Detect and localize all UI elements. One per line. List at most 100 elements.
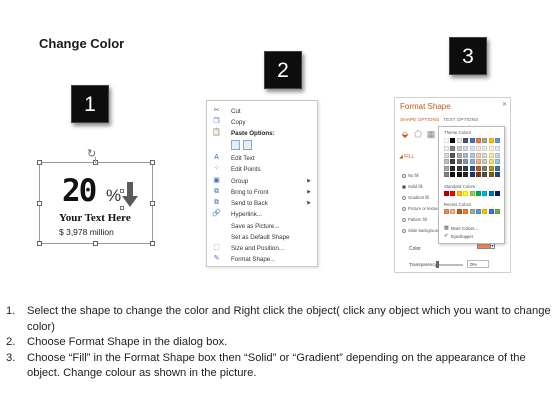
theme-shade-swatch[interactable] [482,152,488,158]
recent-color-swatch[interactable] [469,209,475,214]
theme-shade-swatch[interactable] [463,165,469,171]
fill-line-icon[interactable]: ⬙ [400,128,410,140]
theme-shade-swatch[interactable] [488,146,494,151]
recent-color-swatch[interactable] [495,209,501,214]
theme-shade-swatch[interactable] [456,172,462,177]
standard-color-swatch[interactable] [495,191,501,196]
theme-shade-swatch[interactable] [469,159,475,164]
theme-shade-swatch[interactable] [444,172,449,177]
theme-shade-swatch[interactable] [456,165,462,171]
standard-color-swatch[interactable] [488,191,494,196]
radio-gradient-fill[interactable] [402,196,406,200]
menu-item-edit-points[interactable]: ⁘ Edit Points [207,164,317,175]
theme-color-swatch[interactable] [476,138,481,143]
recent-color-swatch[interactable] [450,209,456,214]
theme-shade-swatch[interactable] [469,172,475,177]
theme-shade-swatch[interactable] [463,159,469,164]
standard-color-swatch[interactable] [469,191,475,196]
theme-shade-swatch[interactable] [482,159,488,164]
tab-text-options[interactable]: TEXT OPTIONS [443,118,478,123]
standard-color-swatch[interactable] [444,191,449,196]
theme-shade-swatch[interactable] [488,165,494,171]
transparency-slider-knob[interactable] [436,261,439,268]
theme-color-swatch[interactable] [469,138,475,143]
menu-item-save-as-picture[interactable]: Save as Picture... [207,221,317,232]
theme-shade-swatch[interactable] [456,152,462,158]
theme-shade-swatch[interactable] [469,152,475,158]
theme-shade-swatch[interactable] [488,159,494,164]
theme-shade-swatch[interactable] [463,152,469,158]
theme-shade-swatch[interactable] [495,146,501,151]
theme-shade-swatch[interactable] [488,152,494,158]
menu-item-hyperlink[interactable]: 🔗 Hyperlink... [207,209,317,220]
transparency-input[interactable]: 0% [467,260,489,268]
theme-shade-swatch[interactable] [450,165,456,171]
recent-color-swatch[interactable] [476,209,481,214]
transparency-slider-track[interactable] [437,264,463,266]
theme-shade-swatch[interactable] [495,159,501,164]
resize-handle-left[interactable] [37,201,42,206]
theme-color-swatch[interactable] [482,138,488,143]
theme-color-swatch[interactable] [450,138,456,143]
fill-section-header[interactable]: ◢ FILL [399,154,414,160]
size-properties-icon[interactable]: ▦ [426,128,436,140]
theme-shade-swatch[interactable] [444,152,449,158]
recent-color-swatch[interactable] [463,209,469,214]
paste-option-picture-icon[interactable] [243,140,252,150]
menu-item-cut[interactable]: ✂ Cut [207,106,317,117]
menu-item-send-to-back[interactable]: ⧉ Send to Back ▶ [207,198,317,209]
recent-color-swatch[interactable] [444,209,449,214]
resize-handle-bottom-left[interactable] [37,241,42,246]
theme-shade-swatch[interactable] [450,172,456,177]
theme-shade-swatch[interactable] [476,159,481,164]
theme-shade-swatch[interactable] [476,172,481,177]
menu-item-set-default-shape[interactable]: Set as Default Shape [207,232,317,243]
theme-shade-swatch[interactable] [476,152,481,158]
menu-item-bring-to-front[interactable]: ⧉ Bring to Front ▶ [207,187,317,198]
theme-shade-swatch[interactable] [450,152,456,158]
theme-shade-swatch[interactable] [444,159,449,164]
radio-pattern-fill[interactable] [402,218,406,222]
resize-handle-top-right[interactable] [150,160,155,165]
recent-color-swatch[interactable] [488,209,494,214]
theme-shade-swatch[interactable] [463,172,469,177]
theme-shade-swatch[interactable] [482,172,488,177]
theme-shade-swatch[interactable] [476,165,481,171]
theme-color-swatch[interactable] [444,138,449,143]
resize-handle-right[interactable] [150,201,155,206]
theme-shade-swatch[interactable] [444,146,449,151]
theme-shade-swatch[interactable] [482,146,488,151]
resize-handle-bottom-right[interactable] [150,241,155,246]
paste-option-keep-source-icon[interactable] [231,140,240,150]
theme-shade-swatch[interactable] [495,152,501,158]
theme-shade-swatch[interactable] [488,172,494,177]
theme-shade-swatch[interactable] [495,165,501,171]
theme-color-swatch[interactable] [463,138,469,143]
theme-shade-swatch[interactable] [476,146,481,151]
recent-color-swatch[interactable] [456,209,462,214]
theme-shade-swatch[interactable] [456,159,462,164]
more-colors-option[interactable]: More Colors... [451,226,478,231]
resize-handle-top-left[interactable] [37,160,42,165]
radio-no-fill[interactable] [402,174,406,178]
theme-shade-swatch[interactable] [456,146,462,151]
menu-item-size-position[interactable]: ⬚ Size and Position... [207,243,317,254]
standard-color-swatch[interactable] [476,191,481,196]
effects-icon[interactable]: ⬠ [413,128,423,140]
theme-shade-swatch[interactable] [482,165,488,171]
menu-item-edit-text[interactable]: A Edit Text [207,153,317,164]
radio-picture-fill[interactable] [402,207,406,211]
theme-shade-swatch[interactable] [469,146,475,151]
menu-item-copy[interactable]: ❐ Copy [207,117,317,128]
down-arrow-shape[interactable] [122,182,138,208]
standard-color-swatch[interactable] [456,191,462,196]
theme-color-swatch[interactable] [488,138,494,143]
theme-shade-swatch[interactable] [450,159,456,164]
theme-shade-swatch[interactable] [463,146,469,151]
arrow-handle-top[interactable] [120,189,124,193]
menu-item-format-shape[interactable]: ✎ Format Shape... [207,254,317,265]
radio-solid-fill[interactable] [402,185,406,189]
close-icon[interactable]: ✕ [502,101,507,108]
theme-shade-swatch[interactable] [444,165,449,171]
standard-color-swatch[interactable] [463,191,469,196]
